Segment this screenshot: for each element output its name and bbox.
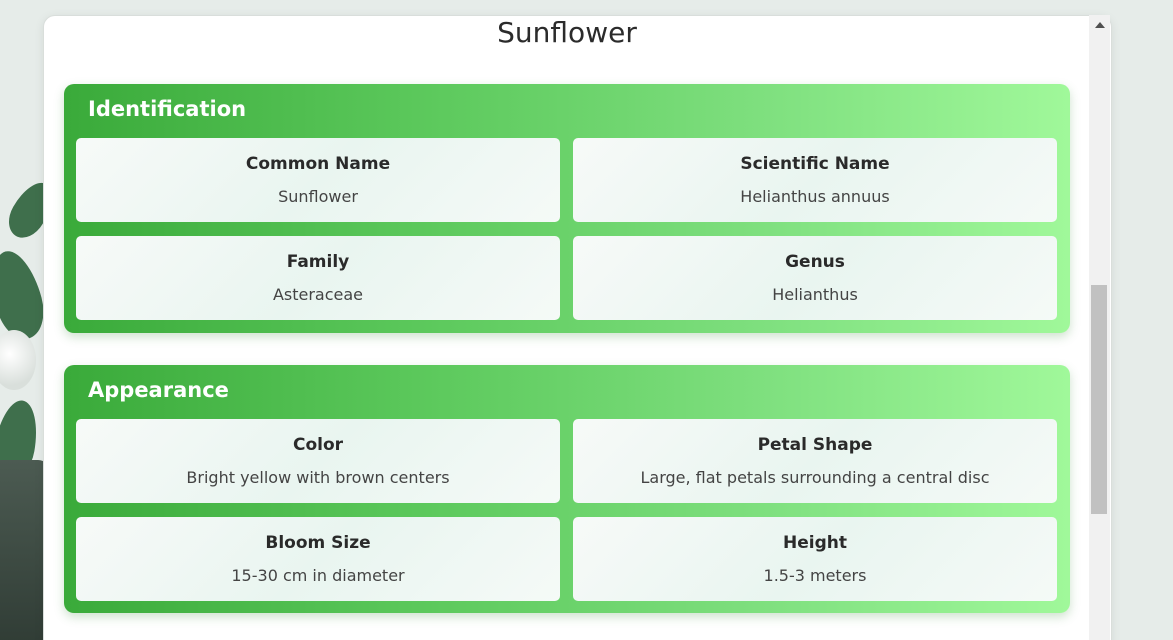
card-value: Large, flat petals surrounding a central… [640,468,990,487]
info-card-common-name: Common Name Sunflower [76,138,560,222]
page-title: Sunflower [497,16,637,49]
identification-section: Identification Common Name Sunflower Sci… [64,84,1070,333]
appearance-section: Appearance Color Bright yellow with brow… [64,365,1070,613]
card-value: Asteraceae [272,285,364,304]
info-card-height: Height 1.5-3 meters [573,517,1057,601]
info-card-color: Color Bright yellow with brown centers [76,419,560,503]
card-label: Petal Shape [757,435,873,455]
info-card-bloom-size: Bloom Size 15-30 cm in diameter [76,517,560,601]
scroll-up-arrow-icon[interactable] [1095,22,1105,28]
flower-shape [0,330,36,390]
card-label: Family [286,252,350,272]
card-value: Sunflower [278,187,358,206]
info-card-petal-shape: Petal Shape Large, flat petals surroundi… [573,419,1057,503]
card-value: 15-30 cm in diameter [231,566,405,585]
info-card-scientific-name: Scientific Name Helianthus annuus [573,138,1057,222]
card-value: 1.5-3 meters [763,566,867,585]
card-value: Helianthus annuus [740,187,890,206]
card-label: Genus [785,252,845,272]
info-card-family: Family Asteraceae [76,236,560,320]
card-label: Bloom Size [265,533,371,553]
card-label: Height [783,533,847,553]
scrollbar-thumb[interactable] [1091,285,1107,514]
modal-content: Sunflower Identification Common Name Sun… [44,16,1090,640]
card-label: Scientific Name [740,154,890,174]
plant-detail-modal: Sunflower Identification Common Name Sun… [43,15,1112,640]
card-label: Common Name [245,154,391,174]
card-value: Bright yellow with brown centers [186,468,450,487]
section-title: Appearance [88,378,229,402]
card-label: Color [292,435,344,455]
section-title: Identification [88,97,247,121]
vertical-scrollbar[interactable] [1089,15,1110,640]
info-card-genus: Genus Helianthus [573,236,1057,320]
card-value: Helianthus [772,285,858,304]
